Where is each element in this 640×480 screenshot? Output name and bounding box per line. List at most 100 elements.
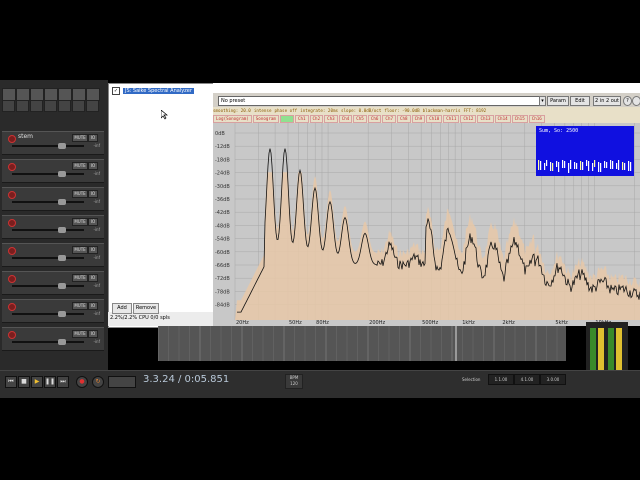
tool-icon-1[interactable]	[2, 100, 15, 112]
fx-button[interactable]: IO	[88, 246, 98, 254]
record-mode-button[interactable]	[108, 376, 136, 388]
tool-icon-3[interactable]	[30, 100, 43, 112]
mute-button[interactable]: MUTE	[72, 246, 88, 254]
tool-icon-5[interactable]	[58, 100, 71, 112]
mute-button[interactable]: MUTE	[72, 134, 88, 142]
fx-enable-checkbox[interactable]: ✓	[112, 87, 120, 95]
selection-start[interactable]: 1.1.00	[488, 374, 514, 385]
param-2[interactable]: phase off	[274, 108, 297, 113]
record-arm-icon[interactable]	[8, 191, 16, 199]
mute-button[interactable]: MUTE	[72, 162, 88, 170]
record-arm-icon[interactable]	[8, 303, 16, 311]
channel-12[interactable]: Ch12	[460, 115, 477, 123]
mute-button[interactable]: MUTE	[72, 274, 88, 282]
volume-fader[interactable]	[12, 255, 84, 261]
remove-fx-button[interactable]: Remove	[133, 303, 159, 314]
channel-5[interactable]: Ch5	[353, 115, 367, 123]
record-arm-icon[interactable]	[8, 275, 16, 283]
channel-4[interactable]: Ch4	[338, 115, 353, 123]
track-3[interactable]: MUTE IO -inf	[2, 187, 104, 211]
mute-button[interactable]: MUTE	[72, 302, 88, 310]
go-end-button[interactable]: ⏭	[57, 376, 69, 388]
volume-fader[interactable]	[12, 199, 84, 205]
channel-2[interactable]: Ch2	[309, 115, 324, 123]
fx-button[interactable]: IO	[88, 302, 98, 310]
fader-knob[interactable]	[58, 199, 66, 205]
track-8[interactable]: MUTE IO -inf	[2, 327, 104, 351]
mute-button[interactable]: MUTE	[72, 218, 88, 226]
param-0[interactable]: smoothing: 20.0	[213, 108, 251, 113]
go-start-button[interactable]: ⏮	[5, 376, 17, 388]
color-swatch[interactable]	[279, 115, 294, 123]
volume-fader[interactable]	[12, 339, 84, 345]
channel-1[interactable]: Ch1	[294, 115, 309, 123]
bypass-icon[interactable]	[632, 96, 640, 106]
fader-knob[interactable]	[58, 255, 66, 261]
channel-14[interactable]: Ch14	[494, 115, 511, 123]
record-arm-icon[interactable]	[8, 219, 16, 227]
volume-fader[interactable]	[12, 311, 84, 317]
channel-8[interactable]: Ch8	[397, 115, 411, 123]
param-1[interactable]: intense	[254, 108, 272, 113]
view-mode-0[interactable]: Log(Sonogram)	[213, 115, 252, 123]
help-icon[interactable]: ?	[623, 96, 632, 106]
fx-button[interactable]: IO	[88, 162, 98, 170]
tool-icon-6[interactable]	[72, 100, 85, 112]
volume-fader[interactable]	[12, 283, 84, 289]
channel-10[interactable]: Ch10	[426, 115, 443, 123]
fx-button[interactable]: IO	[88, 274, 98, 282]
channel-16[interactable]: Ch16	[528, 115, 545, 123]
record-arm-icon[interactable]	[8, 331, 16, 339]
mute-button[interactable]: MUTE	[72, 330, 88, 338]
selection-end[interactable]: 4.1.00	[514, 374, 540, 385]
channel-15[interactable]: Ch15	[511, 115, 528, 123]
param-3[interactable]: integrate: 20ms	[300, 108, 338, 113]
fx-button[interactable]: IO	[88, 134, 98, 142]
fx-button[interactable]: IO	[88, 218, 98, 226]
param-button[interactable]: Param	[547, 96, 569, 106]
io-button[interactable]: 2 in 2 out	[593, 96, 621, 106]
bpm-display[interactable]: BPM 120	[285, 374, 303, 389]
record-button[interactable]: ●	[76, 376, 88, 388]
tool-icon-4[interactable]	[44, 100, 57, 112]
fader-knob[interactable]	[58, 171, 66, 177]
track-1[interactable]: stem MUTE IO -inf	[2, 131, 104, 155]
fx-chain-list[interactable]: ✓ JS: Saike Spectral Analyzer	[108, 83, 215, 328]
channel-9[interactable]: Ch9	[411, 115, 426, 123]
volume-fader[interactable]	[12, 171, 84, 177]
stop-button[interactable]: ■	[18, 376, 30, 388]
pause-button[interactable]: ❚❚	[44, 376, 56, 388]
fader-knob[interactable]	[58, 227, 66, 233]
fader-knob[interactable]	[58, 283, 66, 289]
track-6[interactable]: MUTE IO -inf	[2, 271, 104, 295]
track-7[interactable]: MUTE IO -inf	[2, 299, 104, 323]
channel-7[interactable]: Ch7	[382, 115, 396, 123]
fx-button[interactable]: IO	[88, 330, 98, 338]
mute-button[interactable]: MUTE	[72, 190, 88, 198]
volume-fader[interactable]	[12, 143, 84, 149]
fx-button[interactable]: IO	[88, 190, 98, 198]
edit-button[interactable]: Edit	[570, 96, 590, 106]
track-5[interactable]: MUTE IO -inf	[2, 243, 104, 267]
repeat-button[interactable]: ↻	[92, 376, 104, 388]
fader-knob[interactable]	[58, 311, 66, 317]
fx-item[interactable]: ✓ JS: Saike Spectral Analyzer	[112, 87, 194, 95]
param-4[interactable]: slope: 0.0dB/oct	[341, 108, 381, 113]
param-7[interactable]: FFT: 8192	[463, 108, 486, 113]
selection-length[interactable]: 3.0.00	[540, 374, 566, 385]
tool-icon-7[interactable]	[86, 100, 99, 112]
fader-knob[interactable]	[58, 339, 66, 345]
channel-13[interactable]: Ch13	[477, 115, 494, 123]
volume-fader[interactable]	[12, 227, 84, 233]
track-4[interactable]: MUTE IO -inf	[2, 215, 104, 239]
tool-icon-2[interactable]	[16, 100, 29, 112]
arrange-view[interactable]	[157, 326, 568, 361]
channel-11[interactable]: Ch11	[443, 115, 460, 123]
record-arm-icon[interactable]	[8, 135, 16, 143]
play-button[interactable]: ▶	[31, 376, 43, 388]
param-6[interactable]: blackman-harris	[423, 108, 461, 113]
param-5[interactable]: floor: -90.0dB	[384, 108, 419, 113]
record-arm-icon[interactable]	[8, 163, 16, 171]
channel-3[interactable]: Ch3	[324, 115, 338, 123]
preset-select[interactable]: No preset	[218, 96, 540, 106]
